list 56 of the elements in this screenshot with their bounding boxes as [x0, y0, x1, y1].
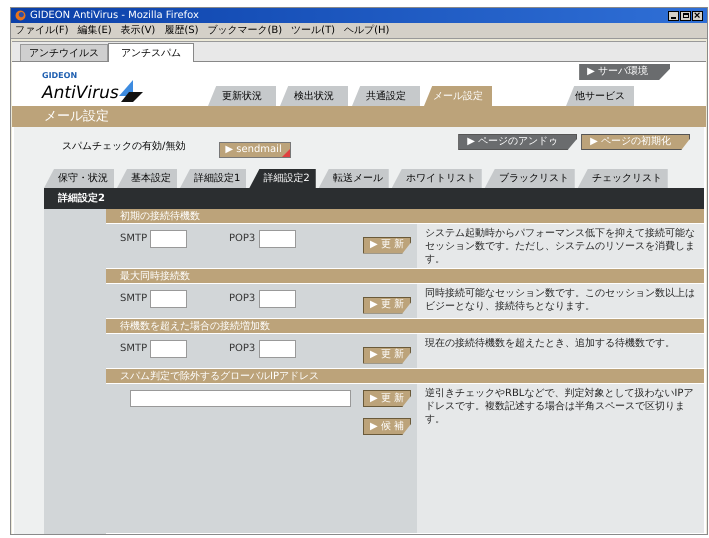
- menu-item[interactable]: ブックマーク(B): [208, 26, 282, 36]
- nav-tab[interactable]: 更新状況: [208, 86, 276, 106]
- menu-item[interactable]: 編集(E): [78, 26, 112, 36]
- minimize-button[interactable]: [668, 10, 679, 20]
- sub-tab[interactable]: チェックリスト: [578, 169, 668, 188]
- sub-tab[interactable]: 詳細設定2: [249, 169, 316, 188]
- close-button[interactable]: [692, 10, 703, 20]
- section-header: スパム判定で除外するグローバルIPアドレス: [106, 369, 704, 384]
- browser-tab[interactable]: アンチスパム: [108, 43, 194, 62]
- spam-check-label: スパムチェックの有効/無効: [62, 140, 186, 154]
- nav-tab[interactable]: 検出状況: [280, 86, 348, 106]
- sub-tab[interactable]: ホワイトリスト: [392, 169, 482, 188]
- window-title: GIDEON AntiVirus - Mozilla Firefox: [30, 10, 199, 20]
- field-label: SMTP: [120, 342, 148, 356]
- field-label: POP3: [229, 292, 256, 306]
- logo: GIDEON AntiVirus: [42, 72, 143, 102]
- description-text: 逆引きチェックやRBLなどで、判定対象として扱わないIPアドレスです。複数記述する場合は半角スペースで区切ります。: [425, 387, 694, 426]
- nav-tab[interactable]: 他サービス: [566, 86, 634, 106]
- field-label: SMTP: [120, 232, 148, 246]
- input-field[interactable]: [150, 230, 187, 248]
- input-field[interactable]: [150, 340, 187, 358]
- menu-item[interactable]: ヘルプ(H): [344, 26, 390, 36]
- menu-item[interactable]: 表示(V): [120, 26, 156, 36]
- menu-item[interactable]: ファイル(F): [15, 26, 69, 36]
- input-field[interactable]: [259, 230, 296, 248]
- section-header: 待機数を超えた場合の接続増加数: [106, 319, 704, 334]
- page-button[interactable]: ▶ ページのアンドゥ: [458, 134, 578, 150]
- browser-icon: [15, 10, 26, 21]
- description-text: 同時接続可能なセッション数です。このセッション数以上はビジーとなり、接続待ちとなります。: [425, 287, 696, 313]
- menu-item[interactable]: 履歴(S): [164, 26, 198, 36]
- sub-tab[interactable]: 詳細設定1: [180, 169, 246, 188]
- input-field[interactable]: [259, 290, 296, 308]
- field-label: SMTP: [120, 292, 148, 306]
- field-label: POP3: [229, 342, 256, 356]
- sub-tab[interactable]: 基本設定: [117, 169, 177, 188]
- field-label: POP3: [229, 232, 256, 246]
- nav-tab[interactable]: 共通設定: [352, 86, 420, 106]
- section-header: 初期の接続待機数: [106, 209, 704, 224]
- logo-brand: GIDEON: [42, 72, 78, 80]
- section-title: 詳細設定2: [58, 191, 105, 206]
- description-text: 現在の接続待機数を超えたとき、追加する待機数です。: [425, 337, 676, 350]
- sub-tab[interactable]: 転送メール: [318, 169, 389, 188]
- input-field[interactable]: [150, 290, 187, 308]
- server-environment-button[interactable]: ▶ サーバ環境: [579, 64, 670, 80]
- sub-tab[interactable]: ブラックリスト: [484, 169, 575, 188]
- corner-triangle-icon: [282, 149, 290, 157]
- sub-tab[interactable]: 保守・状況: [44, 169, 114, 188]
- menu-item[interactable]: ツール(T): [291, 26, 336, 36]
- page-title: メール設定: [44, 108, 109, 126]
- maximize-button[interactable]: [680, 10, 691, 20]
- input-field[interactable]: [130, 390, 351, 407]
- description-text: システム起動時からパフォーマンス低下を抑えて接続可能なセッション数です。ただし、システムのリソースを消費します。: [425, 227, 696, 266]
- browser-tab[interactable]: アンチウイルス: [20, 44, 108, 61]
- section-header: 最大同時接続数: [106, 269, 704, 284]
- input-field[interactable]: [259, 340, 296, 358]
- logo-mark-icon: [118, 80, 143, 102]
